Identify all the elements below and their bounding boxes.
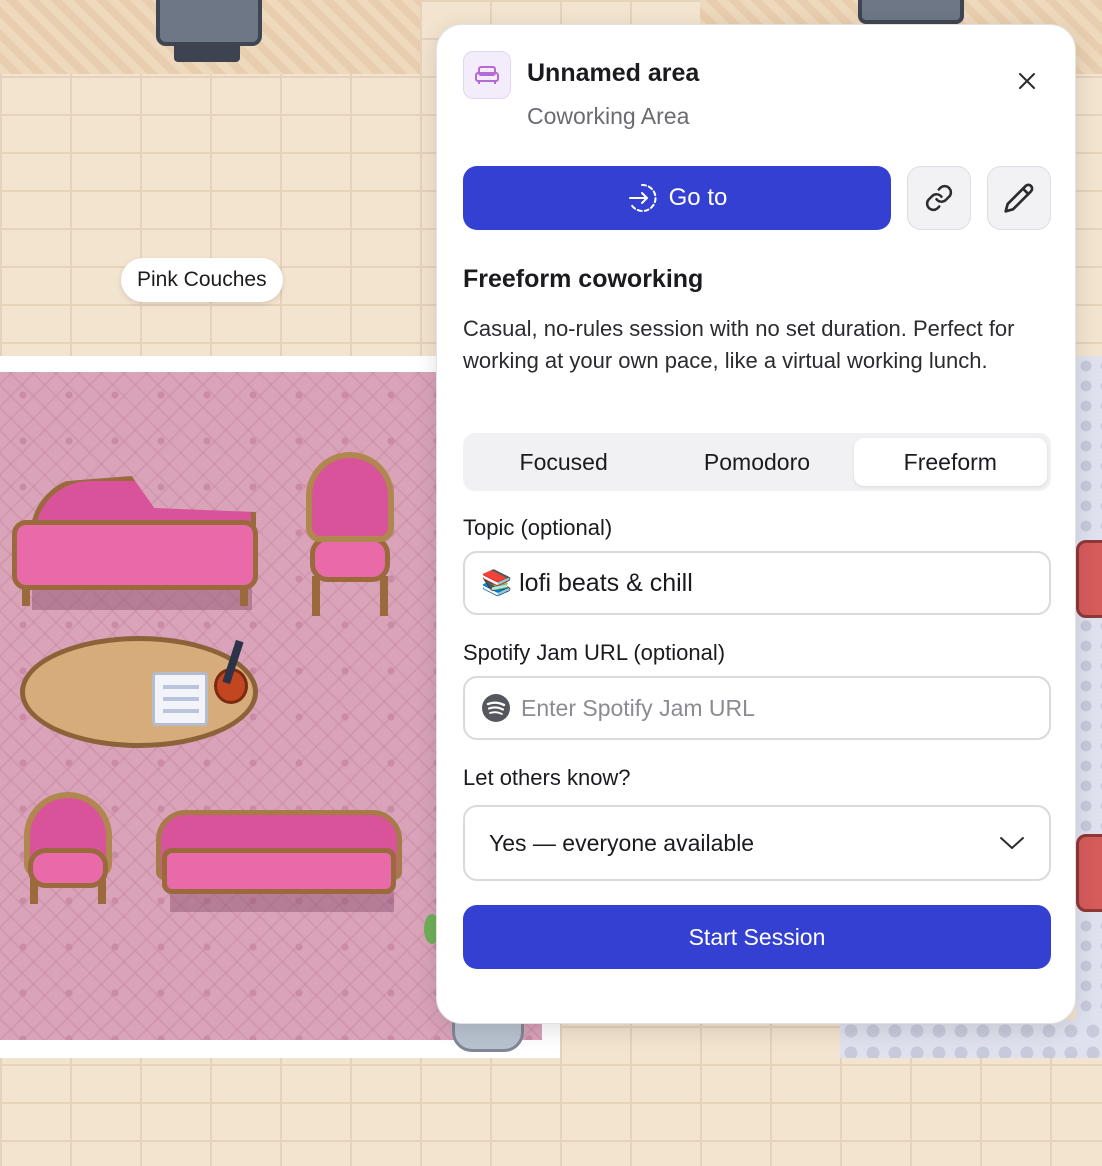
red-chair: [1076, 540, 1102, 618]
enter-circle-icon: [628, 183, 657, 212]
link-icon: [925, 184, 953, 212]
close-button[interactable]: [1005, 59, 1049, 103]
edit-area-button[interactable]: [987, 166, 1051, 230]
notify-selected-value: Yes — everyone available: [489, 829, 755, 856]
pink-chair-sprite: [306, 452, 394, 620]
robot-character: [858, 0, 964, 24]
go-to-button[interactable]: Go to: [463, 166, 891, 230]
round-table-sprite: [20, 636, 258, 786]
session-type-title: Freeform coworking: [463, 265, 704, 293]
copy-link-button[interactable]: [907, 166, 971, 230]
tab-focused[interactable]: Focused: [467, 438, 660, 486]
spotify-field[interactable]: [463, 676, 1051, 740]
robot-character: [156, 0, 262, 62]
close-icon: [1019, 73, 1035, 89]
red-chair: [1076, 834, 1102, 912]
notify-dropdown[interactable]: Yes — everyone available: [463, 805, 1051, 881]
session-type-description: Casual, no-rules session with no set dur…: [463, 316, 1015, 373]
area-panel: Unnamed area Coworking Area Go to Freefo…: [436, 24, 1076, 1024]
spotify-url-input[interactable]: [521, 694, 1049, 722]
topic-label: Topic (optional): [463, 515, 613, 540]
paper-sprite: [152, 672, 208, 726]
pencil-icon: [1004, 183, 1034, 213]
pink-chair-sprite: [24, 792, 112, 910]
tab-freeform[interactable]: Freeform: [853, 438, 1047, 486]
session-type-tabs: Focused Pomodoro Freeform: [463, 433, 1051, 491]
chaise-lounge-sprite: [12, 470, 258, 614]
area-name-label[interactable]: Pink Couches: [121, 258, 283, 302]
topic-input[interactable]: [481, 568, 1049, 598]
adjacent-room-floor: [1076, 356, 1102, 1056]
chevron-down-icon: [1000, 837, 1024, 849]
go-to-label: Go to: [668, 184, 728, 211]
tab-pomodoro[interactable]: Pomodoro: [660, 438, 853, 486]
sofa-icon: [463, 51, 511, 99]
area-title: Unnamed area: [527, 59, 700, 87]
start-session-button[interactable]: Start Session: [463, 905, 1051, 969]
spotify-label: Spotify Jam URL (optional): [463, 640, 726, 665]
adjacent-room-floor: [840, 1020, 1102, 1058]
spotify-icon: [482, 694, 510, 722]
pink-sofa-sprite: [156, 810, 402, 912]
notify-label: Let others know?: [463, 765, 631, 790]
topic-field[interactable]: [463, 551, 1051, 615]
area-type: Coworking Area: [527, 103, 690, 129]
